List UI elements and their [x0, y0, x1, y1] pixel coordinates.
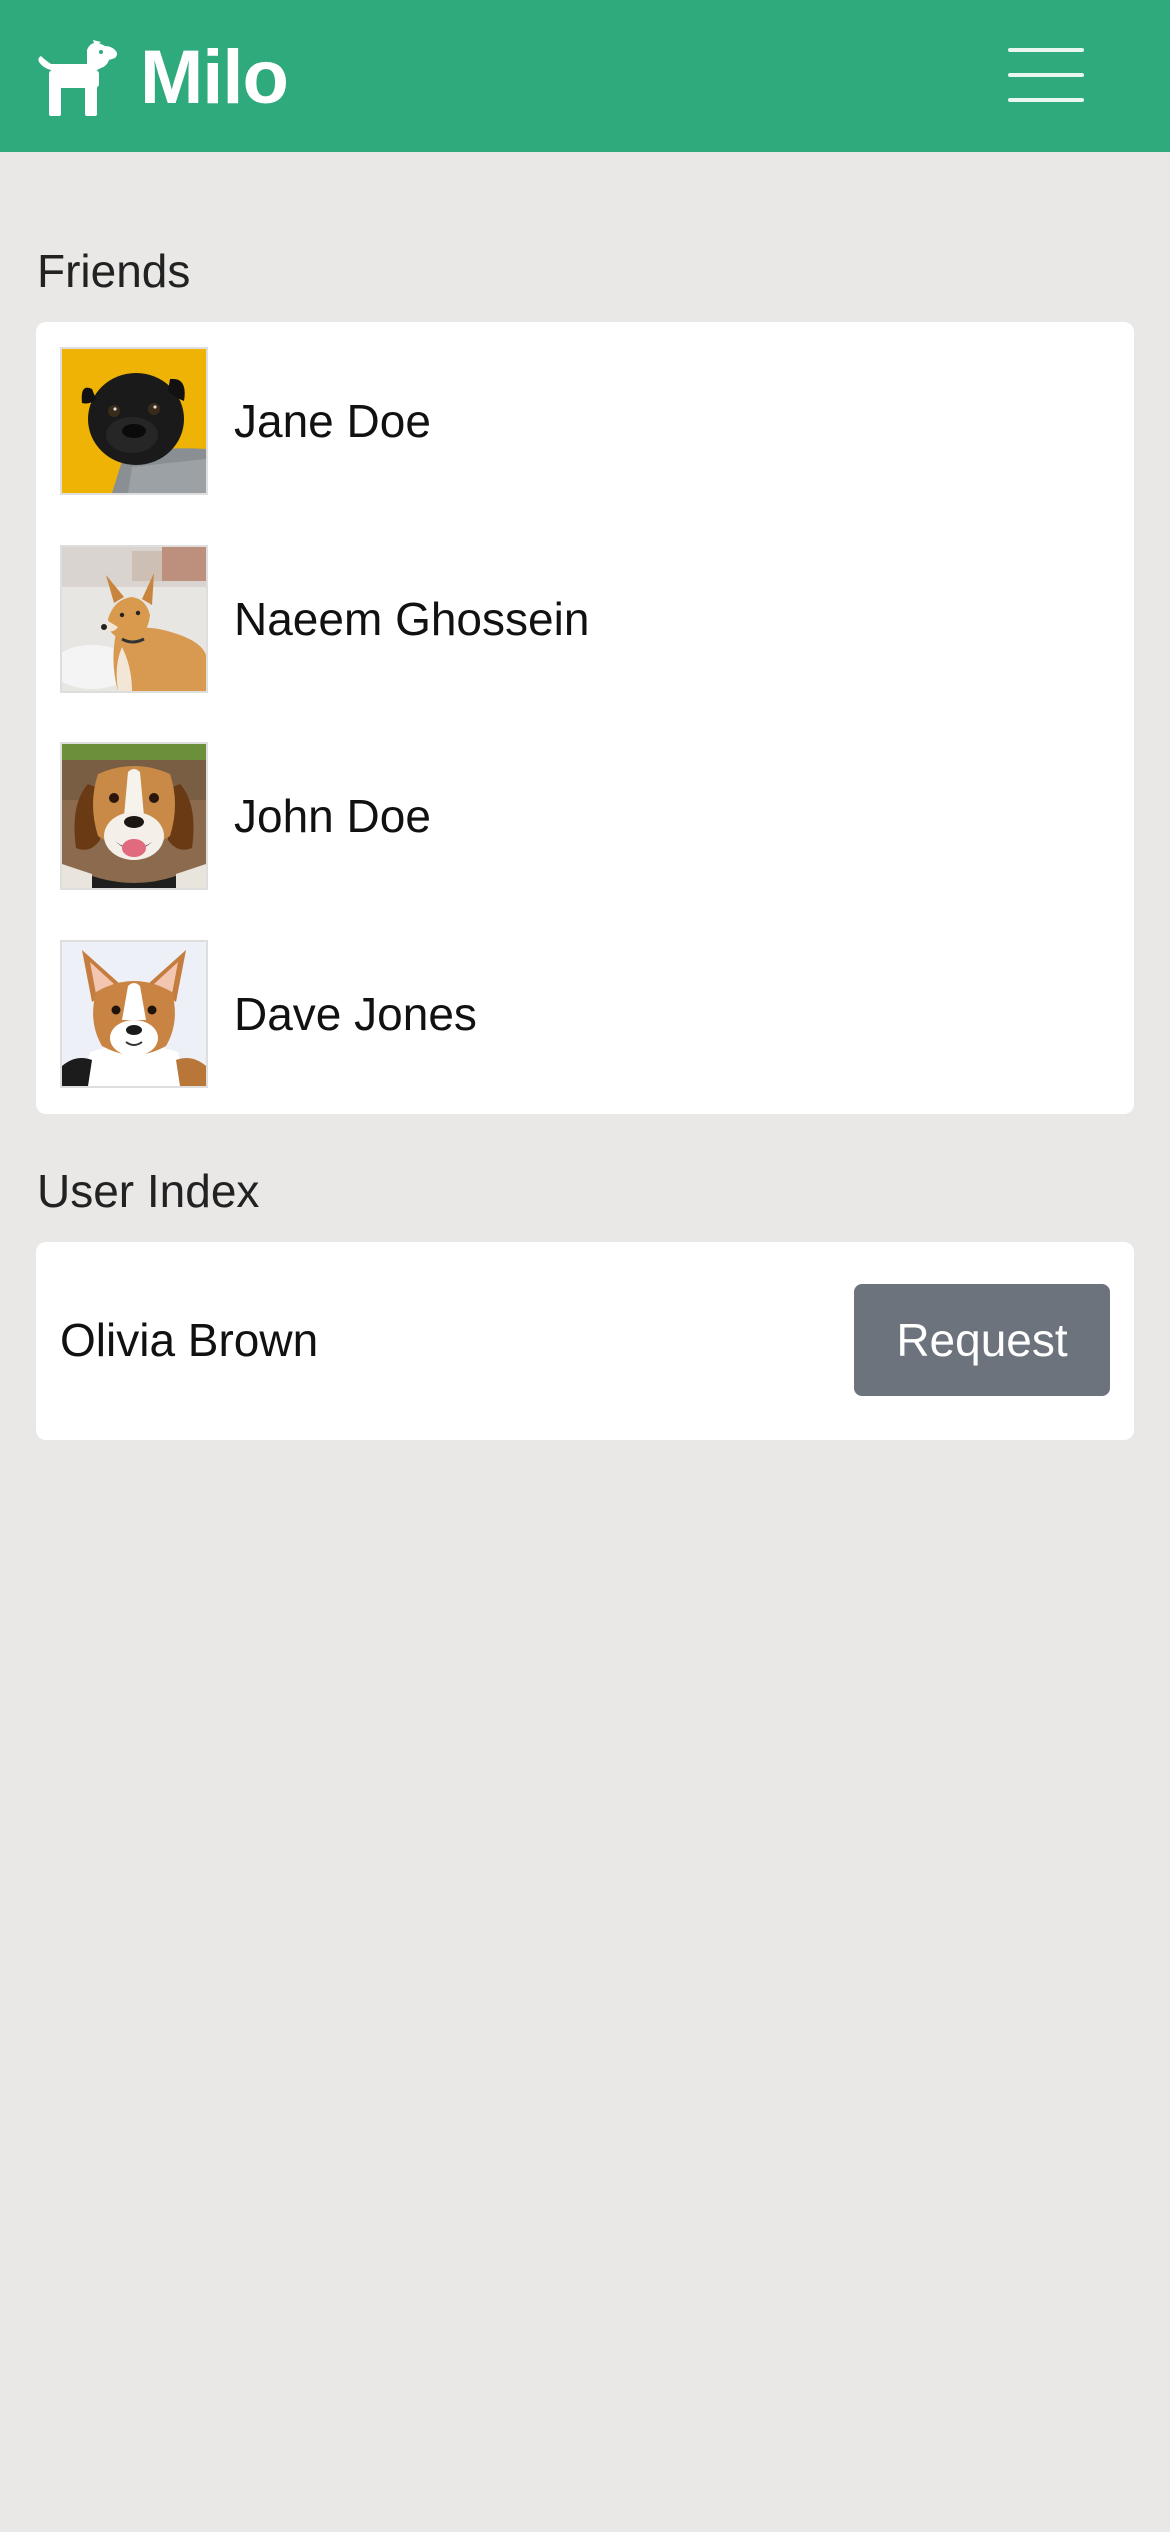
- brand-link[interactable]: Milo: [35, 35, 289, 120]
- friends-card: Jane Doe Naeem Ghossein John Doe Dave Jo…: [36, 322, 1134, 1114]
- friend-item[interactable]: John Doe: [60, 742, 1110, 890]
- dog-icon: [38, 40, 118, 116]
- friend-name: John Doe: [234, 790, 431, 842]
- friends-heading: Friends: [37, 245, 191, 297]
- friend-name: Dave Jones: [234, 988, 477, 1040]
- user-index-heading: User Index: [37, 1165, 260, 1217]
- friend-avatar: [60, 347, 208, 495]
- beagle-photo-icon: [62, 744, 206, 888]
- hamburger-menu-button[interactable]: [1008, 46, 1088, 104]
- hamburger-menu-icon-line: [1008, 73, 1084, 77]
- friend-item[interactable]: Dave Jones: [60, 940, 1110, 1088]
- corgi-photo-icon: [62, 942, 206, 1086]
- friend-item[interactable]: Naeem Ghossein: [60, 545, 1110, 693]
- friend-name: Naeem Ghossein: [234, 593, 590, 645]
- hamburger-menu-icon-line: [1008, 98, 1084, 102]
- brand-name: Milo: [140, 35, 289, 120]
- request-button[interactable]: Request: [854, 1284, 1110, 1396]
- user-name: Olivia Brown: [60, 1314, 319, 1366]
- tan-dog-photo-icon: [62, 547, 206, 691]
- hamburger-menu-icon: [1008, 48, 1084, 52]
- user-index-card: Olivia Brown Request: [36, 1242, 1134, 1440]
- friend-item[interactable]: Jane Doe: [60, 347, 1110, 495]
- friend-name: Jane Doe: [234, 395, 431, 447]
- friend-avatar: [60, 940, 208, 1088]
- friend-avatar: [60, 545, 208, 693]
- black-pug-photo-icon: [62, 349, 206, 493]
- navbar: Milo: [0, 0, 1170, 152]
- friend-avatar: [60, 742, 208, 890]
